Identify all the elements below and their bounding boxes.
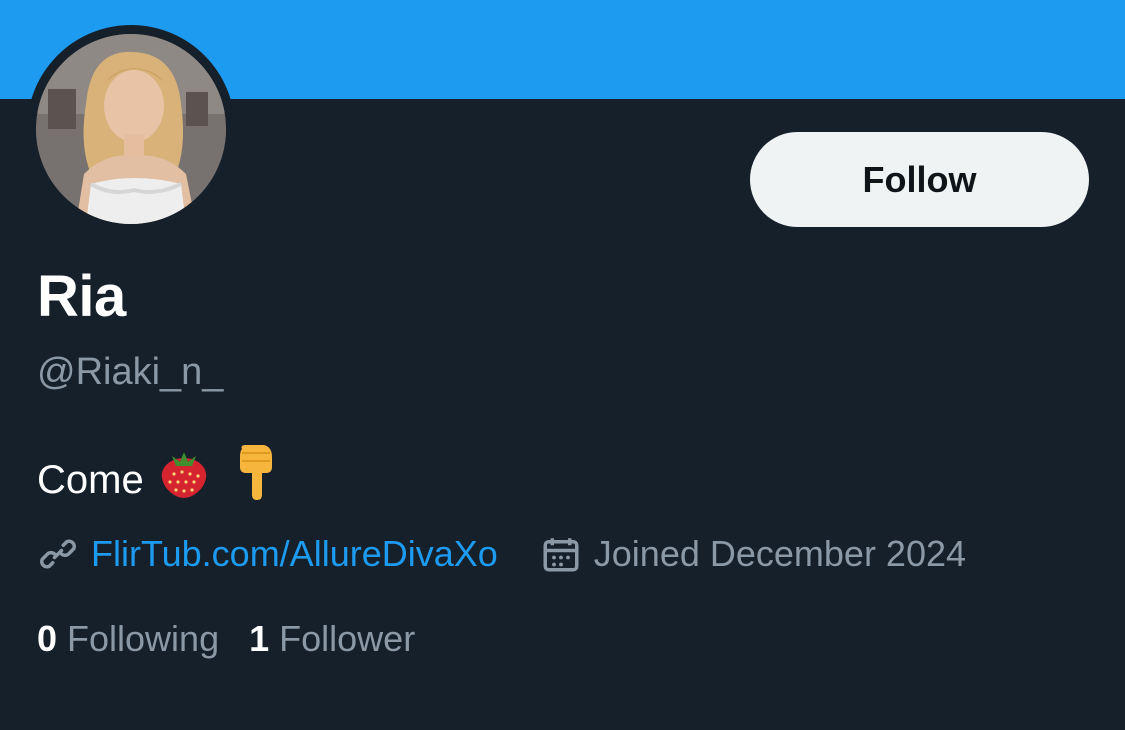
link-icon	[37, 533, 79, 575]
following-count: 0	[37, 618, 58, 659]
avatar-ring	[27, 25, 235, 233]
calendar-icon	[540, 533, 582, 575]
following-link[interactable]: 0 Following	[37, 615, 219, 663]
profile-link[interactable]: FlirTub.com/AllureDivaXo	[91, 530, 498, 578]
pointing-down-emoji	[230, 443, 278, 516]
followers-link[interactable]: 1 Follower	[249, 615, 415, 663]
profile-name: Ria	[37, 264, 126, 329]
profile-bio: Come	[37, 443, 278, 516]
bio-text: Come	[37, 457, 144, 502]
strawberry-emoji	[158, 444, 210, 515]
joined-date: Joined December 2024	[593, 533, 967, 574]
followers-count: 1	[249, 618, 270, 659]
avatar-image	[36, 34, 226, 224]
follow-button[interactable]: Follow	[750, 132, 1089, 227]
following-label: Following	[67, 618, 220, 659]
avatar[interactable]	[36, 34, 226, 224]
profile-handle: @Riaki_n_	[37, 351, 224, 393]
followers-label: Follower	[279, 618, 416, 659]
profile-meta: FlirTub.com/AllureDivaXo Joined December…	[37, 530, 966, 578]
profile-stats: 0 Following 1 Follower	[37, 615, 445, 663]
